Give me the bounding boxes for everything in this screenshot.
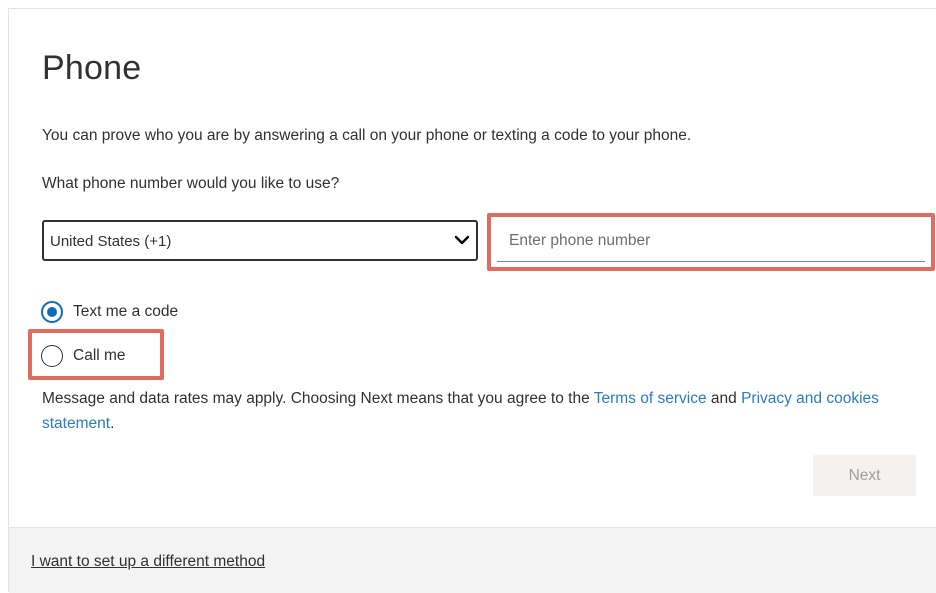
different-method-link[interactable]: I want to set up a different method xyxy=(31,553,265,571)
phone-input-highlight xyxy=(487,213,935,271)
footer-bar: I want to set up a different method xyxy=(9,527,936,593)
page-title: Phone xyxy=(42,49,142,87)
radio-call-me[interactable]: Call me xyxy=(41,343,126,369)
terms-of-service-link[interactable]: Terms of service xyxy=(594,390,707,407)
country-code-select[interactable]: United States (+1) xyxy=(42,220,478,261)
intro-text: You can prove who you are by answering a… xyxy=(42,127,692,144)
radio-unchecked-icon xyxy=(41,345,63,367)
radio-label-text-me: Text me a code xyxy=(73,303,179,320)
chevron-down-icon xyxy=(454,235,470,245)
radio-text-me-a-code[interactable]: Text me a code xyxy=(41,299,178,325)
phone-question: What phone number would you like to use? xyxy=(42,175,340,192)
country-code-value: United States (+1) xyxy=(50,233,172,250)
disclaimer-end: . xyxy=(110,415,115,432)
disclaimer-and: and xyxy=(706,390,742,407)
next-button[interactable]: Next xyxy=(813,455,916,496)
radio-checked-icon xyxy=(41,301,63,323)
disclaimer-body: Message and data rates may apply. Choosi… xyxy=(42,390,594,407)
radio-label-call-me: Call me xyxy=(73,347,126,364)
phone-setup-card: Phone You can prove who you are by answe… xyxy=(8,8,936,593)
phone-number-input[interactable] xyxy=(497,220,925,262)
disclaimer-text: Message and data rates may apply. Choosi… xyxy=(42,386,922,436)
